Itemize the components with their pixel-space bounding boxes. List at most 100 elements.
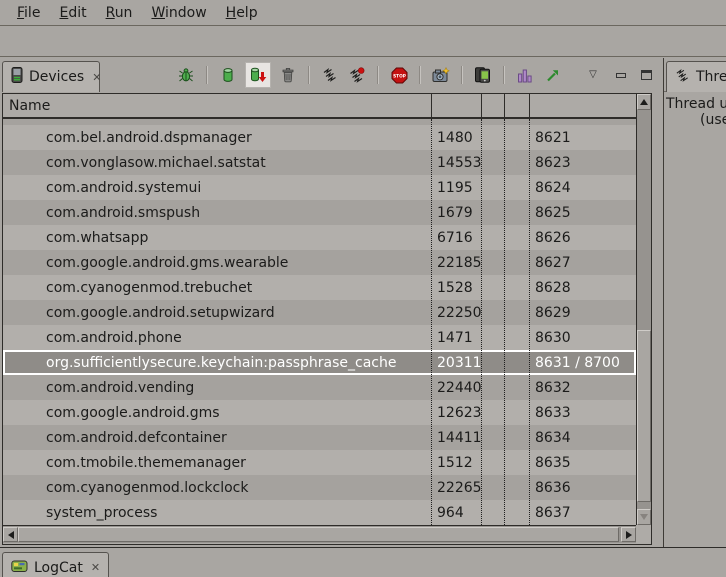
update-threads-icon[interactable] [320,64,340,86]
tab-devices-label: Devices [29,69,84,85]
table-row[interactable]: com.android.smspush16798625 [3,200,636,225]
cell-port: 8630 [535,330,571,346]
menu-item-run[interactable]: Run [99,2,140,24]
cell-pid: 22440 [437,380,482,396]
menu-item-edit[interactable]: Edit [52,2,93,24]
main-toolbar [0,27,726,57]
dump-hprof-icon[interactable] [245,62,271,88]
column-header-name[interactable]: Name [3,98,50,114]
cell-port: 8626 [535,230,571,246]
maximize-icon[interactable] [641,70,652,80]
cell-pid: 6716 [437,230,473,246]
table-body: com.bel.android.dspmanager14808621 com.vo… [3,119,636,525]
cell-port: 8632 [535,380,571,396]
cell-process-name: com.google.android.gms.wearable [3,255,288,271]
stop-process-icon[interactable]: STOP [389,64,409,86]
table-row[interactable]: com.tmobile.thememanager15128635 [3,450,636,475]
table-row[interactable]: com.bel.android.dspmanager14808621 [3,125,636,150]
start-arrow-icon[interactable] [542,64,562,86]
tab-threads[interactable]: Threads [666,61,726,92]
cell-pid: 1195 [437,180,473,196]
cell-port: 8627 [535,255,571,271]
toolbar-separator [206,66,208,84]
cell-port: 8633 [535,405,571,421]
table-row[interactable]: com.android.vending 22440 8632 [3,375,636,400]
cell-port: 8631 / 8700 [535,355,620,371]
tab-logcat-label: LogCat [34,560,83,576]
threads-view: Threads Thread updates not enabled for s… [663,58,726,547]
table-row[interactable]: com.android.phone 1471 8630 [3,325,636,350]
logcat-strip: LogCat ✕ [0,547,726,577]
scroll-down-button[interactable] [637,509,651,525]
horizontal-scrollbar[interactable] [3,525,636,543]
scroll-left-button[interactable] [3,527,18,542]
cell-port: 8635 [535,455,571,471]
start-method-profiling-icon[interactable] [347,64,367,86]
cell-process-name: com.android.systemui [3,180,201,196]
threads-icon [675,68,690,87]
cell-process-name: org.sufficientlysecure.keychain:passphra… [3,355,397,371]
vertical-scrollbar[interactable] [636,94,651,525]
minimize-icon[interactable] [616,73,626,78]
table-row[interactable]: com.whatsapp 6716 8626 [3,225,636,250]
cell-pid: 20311 [437,355,482,371]
tab-logcat[interactable]: LogCat ✕ [2,552,109,577]
cell-process-name: com.android.defcontainer [3,430,227,446]
menu-item-help[interactable]: Help [219,2,265,24]
cell-pid: 1471 [437,330,473,346]
svg-text:STOP: STOP [393,73,406,79]
horizontal-scroll-thumb[interactable] [18,527,619,542]
tab-devices[interactable]: Devices ✕ [2,61,100,92]
cell-pid: 14553 [437,155,482,171]
cell-process-name: com.google.android.setupwizard [3,305,275,321]
table-row[interactable]: com.cyanogenmod.lockclock222658636 [3,475,636,500]
device-process-table: Name com.bel.android.dspmanager14808621c… [2,93,652,545]
cell-process-name: com.android.phone [3,330,182,346]
scroll-up-button[interactable] [637,94,651,110]
table-row[interactable]: com.android.defcontainer144118634 [3,425,636,450]
table-row-selected[interactable]: org.sufficientlysecure.keychain:passphra… [3,350,636,375]
table-row[interactable]: com.google.android.gms.wearable221858627 [3,250,636,275]
close-icon[interactable]: ✕ [92,71,101,84]
cell-pid: 22265 [437,480,482,496]
cell-port: 8621 [535,130,571,146]
table-header[interactable]: Name [3,94,636,119]
menu-item-window[interactable]: Window [144,2,213,24]
cell-process-name: com.cyanogenmod.lockclock [3,480,248,496]
threads-message: Thread updates not enabled for selected … [666,96,726,128]
vertical-scroll-thumb[interactable] [637,330,651,502]
view-menu-icon[interactable]: ▽ [583,64,603,86]
cell-process-name: com.whatsapp [3,230,148,246]
phone-icon [11,67,23,87]
table-row[interactable]: com.android.systemui11958624 [3,175,636,200]
cell-pid: 14411 [437,430,482,446]
cell-process-name: com.android.vending [3,380,194,396]
heap-columns-icon[interactable] [515,64,535,86]
toolbar-separator [377,66,379,84]
table-row[interactable]: com.google.android.setupwizard 22250 8629 [3,300,636,325]
devices-tabbar: Devices ✕ [0,58,659,92]
table-row[interactable]: system_process9648637 [3,500,636,525]
cause-gc-icon[interactable] [278,64,298,86]
emulator-icon[interactable] [473,64,493,86]
toolbar-separator [461,66,463,84]
cell-process-name: com.bel.android.dspmanager [3,130,252,146]
cell-process-name: com.vonglasow.michael.satstat [3,155,266,171]
cell-pid: 22250 [437,305,482,321]
table-row[interactable]: com.vonglasow.michael.satstat145538623 [3,150,636,175]
threads-message-line1: Thread updates not enabled for selected … [666,96,726,112]
cell-port: 8637 [535,505,571,521]
screen-capture-icon[interactable] [431,64,451,86]
logcat-icon [11,559,28,577]
table-row[interactable]: com.google.android.gms126238633 [3,400,636,425]
toolbar-separator [503,66,505,84]
cell-process-name: com.android.smspush [3,205,200,221]
table-row[interactable]: com.cyanogenmod.trebuchet15288628 [3,275,636,300]
cell-port: 8629 [535,305,571,321]
close-icon[interactable]: ✕ [91,561,100,574]
menu-item-file[interactable]: File [10,2,47,24]
debug-process-icon[interactable] [176,64,196,86]
update-heap-icon[interactable] [218,64,238,86]
scroll-right-button[interactable] [621,527,636,542]
cell-process-name: com.tmobile.thememanager [3,455,246,471]
